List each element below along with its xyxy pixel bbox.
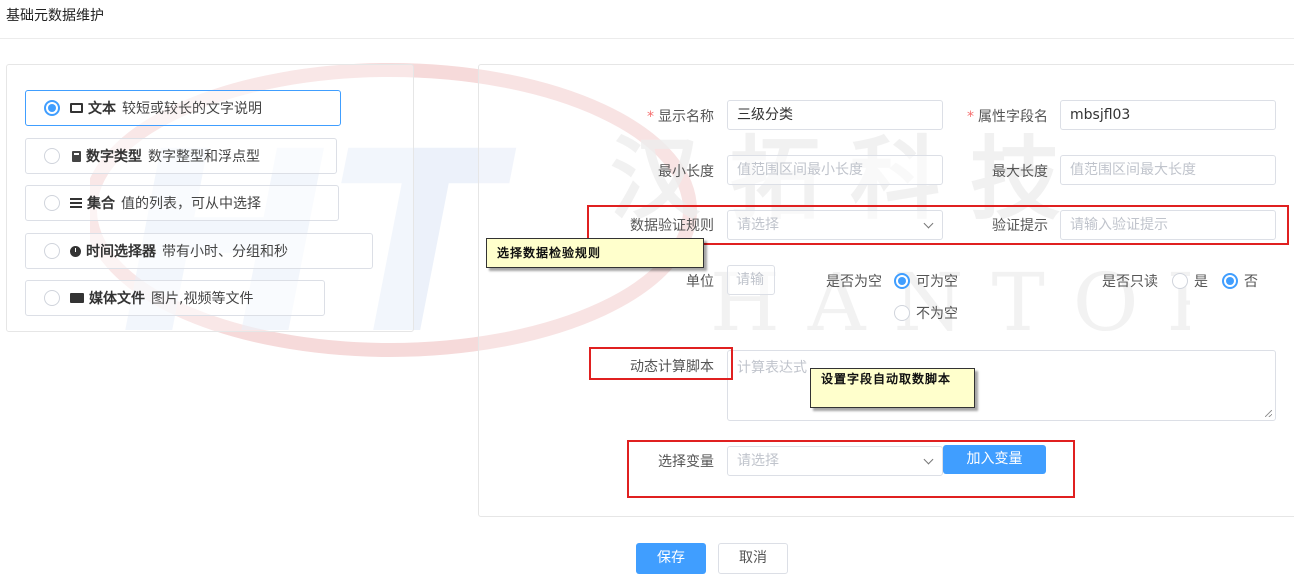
- media-icon: [70, 293, 84, 303]
- type-desc: 较短或较长的文字说明: [122, 101, 262, 117]
- text-frame-icon: [70, 103, 83, 113]
- list-icon: [70, 198, 82, 208]
- unit-input[interactable]: 请输: [727, 265, 775, 295]
- type-option-media[interactable]: 媒体文件 图片,视频等文件: [25, 280, 325, 316]
- radio-selected-icon[interactable]: [1222, 273, 1238, 289]
- nullable-option-deny[interactable]: 不为空: [894, 303, 958, 323]
- textarea-placeholder: 计算表达式: [737, 360, 807, 376]
- type-desc: 数字整型和浮点型: [148, 149, 260, 165]
- calculator-icon: [72, 150, 81, 162]
- title-divider: [0, 38, 1294, 39]
- radio-icon[interactable]: [44, 195, 60, 211]
- readonly-option-yes[interactable]: 是: [1172, 271, 1208, 291]
- type-option-text[interactable]: 文本 较短或较长的文字说明: [25, 90, 341, 126]
- radio-selected-icon[interactable]: [44, 100, 60, 116]
- radio-icon[interactable]: [1172, 273, 1188, 289]
- type-desc: 带有小时、分组和秒: [162, 244, 288, 260]
- display-name-label: * 显示名称: [647, 109, 714, 125]
- unit-label: 单位: [686, 274, 714, 290]
- display-name-input[interactable]: 三级分类: [727, 100, 943, 130]
- field-name-label: * 属性字段名: [967, 109, 1048, 125]
- field-name-input[interactable]: mbsjfl03: [1060, 100, 1276, 130]
- save-button[interactable]: 保存: [636, 543, 706, 574]
- type-name: 文本: [88, 101, 116, 117]
- type-option-number[interactable]: 数字类型 数字整型和浮点型: [25, 138, 337, 174]
- type-name: 媒体文件: [89, 291, 145, 307]
- type-name: 时间选择器: [86, 244, 156, 260]
- min-length-label: 最小长度: [658, 164, 714, 180]
- radio-selected-icon[interactable]: [894, 273, 910, 289]
- highlight-variable-row: [627, 440, 1075, 498]
- resize-handle-icon[interactable]: [1265, 410, 1272, 417]
- radio-icon[interactable]: [44, 290, 60, 306]
- type-desc: 值的列表，可从中选择: [121, 196, 261, 212]
- type-name: 数字类型: [86, 149, 142, 165]
- radio-icon[interactable]: [894, 305, 910, 321]
- max-length-label: 最大长度: [992, 164, 1048, 180]
- highlight-script-label: [589, 347, 733, 380]
- clock-icon: [70, 245, 81, 257]
- page-title: 基础元数据维护: [6, 8, 104, 24]
- min-length-input[interactable]: 值范围区间最小长度: [727, 155, 943, 185]
- radio-icon[interactable]: [44, 243, 60, 259]
- readonly-option-no[interactable]: 否: [1222, 271, 1258, 291]
- field-type-panel: 文本 较短或较长的文字说明 数字类型 数字整型和浮点型 集合 值的列表，可从中选…: [6, 64, 414, 332]
- nullable-label: 是否为空: [826, 274, 882, 290]
- required-mark: *: [647, 109, 654, 125]
- radio-icon[interactable]: [44, 148, 60, 164]
- type-option-time-picker[interactable]: 时间选择器 带有小时、分组和秒: [25, 233, 373, 269]
- annotation-script-note: 设置字段自动取数脚本: [810, 368, 975, 408]
- readonly-label: 是否只读: [1102, 274, 1158, 290]
- type-name: 集合: [87, 196, 115, 212]
- nullable-option-allow[interactable]: 可为空: [894, 271, 958, 291]
- required-mark: *: [967, 109, 974, 125]
- max-length-input[interactable]: 值范围区间最大长度: [1060, 155, 1276, 185]
- type-desc: 图片,视频等文件: [151, 291, 254, 307]
- type-option-collection[interactable]: 集合 值的列表，可从中选择: [25, 185, 339, 221]
- cancel-button[interactable]: 取消: [718, 543, 788, 574]
- annotation-rule-note: 选择数据检验规则: [486, 238, 704, 268]
